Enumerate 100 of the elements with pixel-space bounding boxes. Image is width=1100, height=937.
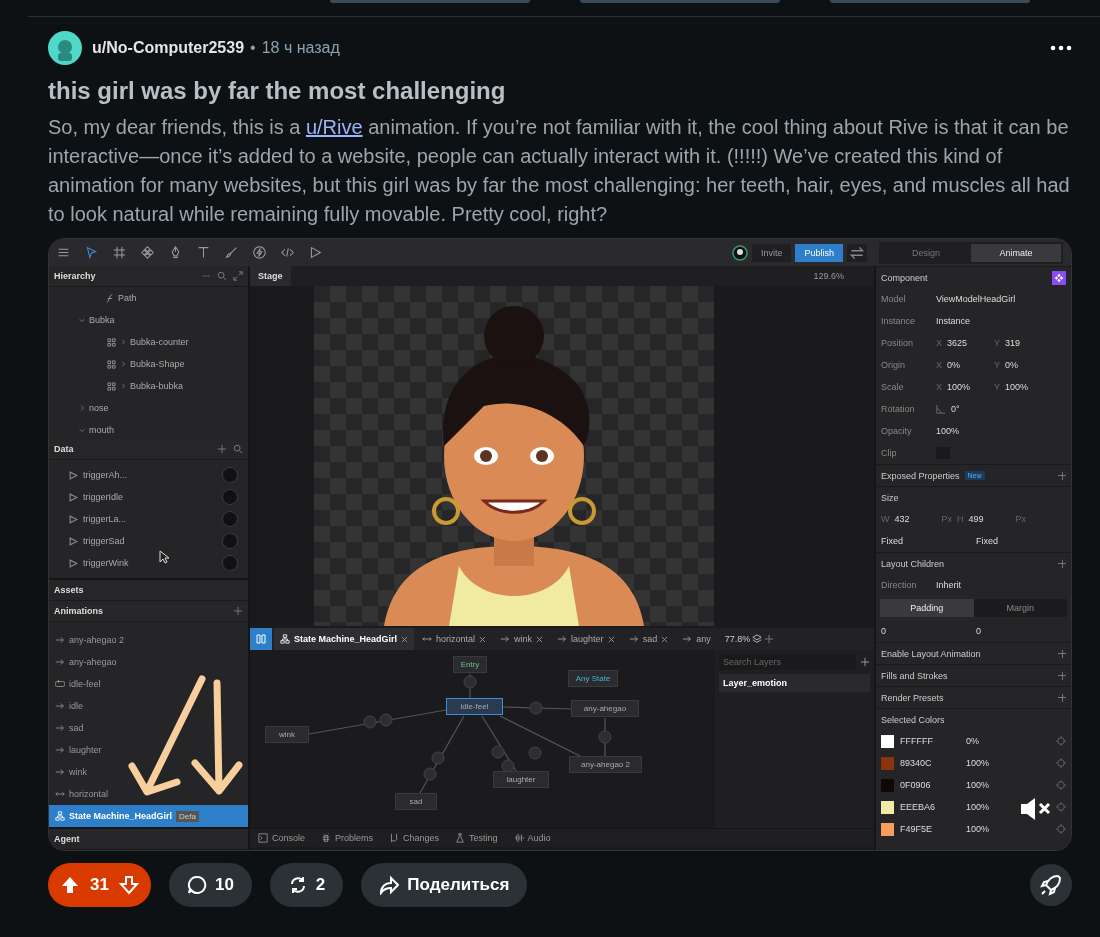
property-value[interactable]: 0% bbox=[1005, 360, 1048, 370]
bolt-tool-icon[interactable] bbox=[253, 246, 266, 259]
property-dropdown[interactable]: Inherit bbox=[936, 580, 1066, 590]
animation-item[interactable]: sad bbox=[49, 717, 248, 739]
zoom-level[interactable]: 129.6% bbox=[813, 271, 844, 281]
text-tool-icon[interactable] bbox=[197, 246, 210, 259]
spacing-tab[interactable]: Margin bbox=[973, 599, 1067, 617]
data-item[interactable]: triggerLa... bbox=[83, 514, 127, 524]
close-icon[interactable] bbox=[479, 635, 487, 643]
code-tool-icon[interactable] bbox=[281, 246, 294, 259]
data-item[interactable]: triggerSad bbox=[83, 536, 125, 546]
property-value[interactable]: 319 bbox=[1005, 338, 1048, 348]
brush-tool-icon[interactable] bbox=[225, 246, 238, 259]
chevron-icon[interactable] bbox=[120, 383, 126, 389]
panel-toggle-icon[interactable] bbox=[250, 628, 272, 650]
bottom-tab[interactable]: Audio bbox=[505, 833, 559, 843]
data-item[interactable]: triggerAh... bbox=[83, 470, 128, 480]
upvote-icon[interactable] bbox=[60, 875, 80, 895]
property-value[interactable]: 499 bbox=[968, 514, 1011, 524]
chevron-icon[interactable] bbox=[120, 361, 126, 367]
data-item[interactable]: triggerIdle bbox=[83, 492, 124, 502]
close-icon[interactable] bbox=[607, 635, 615, 643]
add-icon[interactable] bbox=[860, 657, 870, 667]
rocket-icon[interactable] bbox=[1030, 864, 1072, 906]
transition-icon[interactable] bbox=[528, 746, 542, 760]
more-options-icon[interactable] bbox=[1050, 45, 1072, 51]
mode-tab[interactable]: Design bbox=[881, 243, 971, 262]
publish-button[interactable]: Publish bbox=[795, 243, 843, 262]
bottom-tab[interactable]: Console bbox=[250, 833, 314, 843]
property-value[interactable]: 100% bbox=[936, 426, 960, 436]
trigger-button[interactable] bbox=[222, 511, 238, 527]
downvote-icon[interactable] bbox=[118, 875, 139, 895]
chevron-icon[interactable] bbox=[79, 317, 85, 323]
target-icon[interactable] bbox=[1056, 736, 1066, 746]
tree-item[interactable]: Bubka bbox=[89, 315, 115, 325]
animation-item[interactable]: any-ahegao 2 bbox=[49, 629, 248, 651]
color-swatch[interactable] bbox=[881, 756, 894, 770]
state-node[interactable]: laughter bbox=[493, 771, 549, 788]
user-avatar-icon[interactable] bbox=[731, 244, 748, 261]
add-icon[interactable] bbox=[217, 444, 227, 454]
property-value[interactable]: 100% bbox=[1005, 382, 1048, 392]
close-icon[interactable] bbox=[401, 635, 409, 643]
play-tool-icon[interactable] bbox=[309, 246, 322, 259]
bottom-tab[interactable]: Changes bbox=[381, 833, 448, 843]
animation-item[interactable]: State Machine_HeadGirl Defa bbox=[49, 805, 248, 827]
trigger-button[interactable] bbox=[222, 467, 238, 483]
editor-tab[interactable]: State Machine_HeadGirl bbox=[274, 628, 415, 650]
search-icon[interactable] bbox=[217, 271, 227, 281]
state-node[interactable]: Entry bbox=[453, 656, 487, 673]
editor-tab[interactable]: laughter bbox=[551, 628, 621, 650]
target-icon[interactable] bbox=[1056, 780, 1066, 790]
component-icon[interactable] bbox=[1052, 270, 1066, 285]
spacing-tab[interactable]: Padding bbox=[880, 599, 974, 617]
expand-icon[interactable] bbox=[233, 271, 243, 281]
tree-item[interactable]: Bubka-bubka bbox=[130, 381, 184, 391]
trigger-button[interactable] bbox=[222, 533, 238, 549]
color-swatch[interactable] bbox=[881, 734, 894, 748]
tree-item[interactable]: nose bbox=[89, 403, 109, 413]
invite-button[interactable]: Invite bbox=[751, 243, 792, 262]
editor-tab[interactable]: horizontal bbox=[416, 628, 493, 650]
tree-item[interactable]: Bubka-Shape bbox=[130, 359, 185, 369]
tree-item[interactable]: mouth bbox=[89, 425, 114, 435]
layer-item[interactable]: Layer_emotion bbox=[719, 674, 870, 692]
animation-item[interactable]: horizontal bbox=[49, 783, 248, 805]
close-icon[interactable] bbox=[661, 635, 669, 643]
animation-item[interactable]: wink bbox=[49, 761, 248, 783]
transition-line[interactable] bbox=[469, 673, 471, 699]
animation-item[interactable]: laughter bbox=[49, 739, 248, 761]
component-tool-icon[interactable] bbox=[141, 246, 154, 259]
pen-tool-icon[interactable] bbox=[169, 246, 182, 259]
state-node[interactable]: Any State bbox=[568, 670, 618, 687]
repost-button[interactable]: 2 bbox=[269, 863, 344, 907]
swap-icon[interactable] bbox=[847, 243, 867, 262]
state-node[interactable]: idle-feel bbox=[446, 698, 503, 715]
target-icon[interactable] bbox=[1056, 758, 1066, 768]
comments-button[interactable]: 10 bbox=[168, 863, 252, 907]
trigger-button[interactable] bbox=[222, 555, 238, 571]
transition-icon[interactable] bbox=[598, 730, 612, 744]
transition-icon[interactable] bbox=[363, 715, 377, 729]
property-value[interactable]: 0° bbox=[951, 404, 960, 414]
bottom-tab[interactable]: Problems bbox=[313, 833, 382, 843]
chevron-icon[interactable] bbox=[79, 405, 85, 411]
share-button[interactable]: Поделиться bbox=[361, 863, 528, 907]
color-swatch[interactable] bbox=[881, 800, 894, 814]
mute-icon[interactable] bbox=[1019, 796, 1053, 822]
property-dropdown[interactable]: ViewModelHeadGirl bbox=[936, 294, 1066, 304]
add-icon[interactable] bbox=[233, 606, 243, 616]
property-value[interactable]: 0% bbox=[947, 360, 989, 370]
state-node[interactable]: sad bbox=[395, 793, 437, 810]
close-icon[interactable] bbox=[536, 635, 544, 643]
property-value[interactable]: 100% bbox=[947, 382, 989, 392]
transition-icon[interactable] bbox=[501, 759, 515, 773]
spacing-value[interactable]: 0 bbox=[976, 626, 1066, 636]
state-node[interactable]: wink bbox=[265, 726, 309, 743]
transition-icon[interactable] bbox=[529, 701, 543, 715]
frame-tool-icon[interactable] bbox=[113, 246, 126, 259]
target-icon[interactable] bbox=[1056, 824, 1066, 834]
tree-item[interactable]: Path bbox=[118, 293, 137, 303]
pointer-tool-icon[interactable] bbox=[85, 246, 98, 259]
search-layers-field[interactable]: Search Layers bbox=[719, 654, 856, 670]
